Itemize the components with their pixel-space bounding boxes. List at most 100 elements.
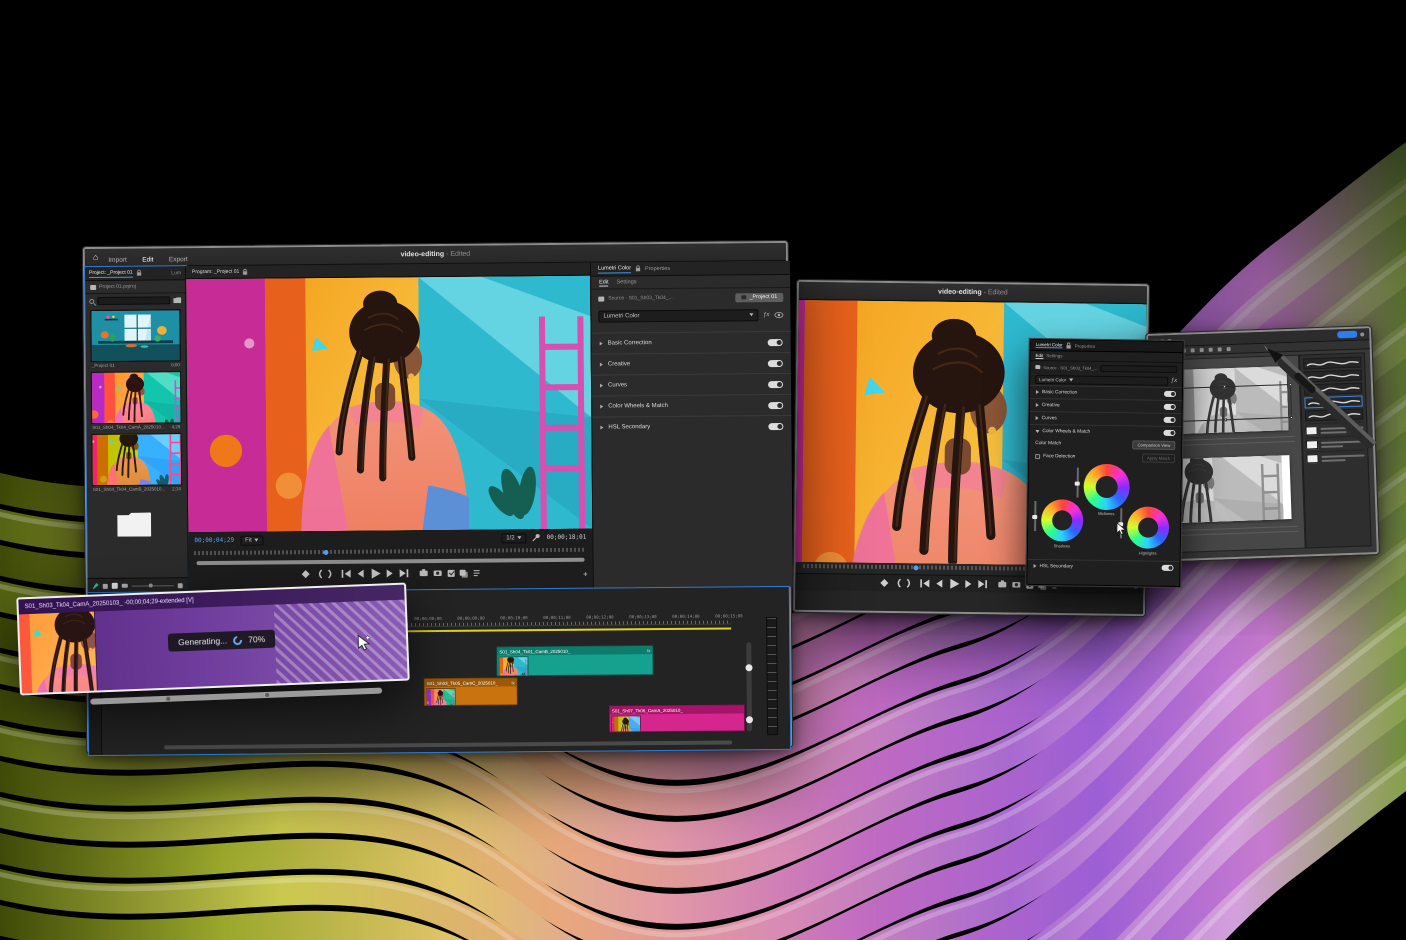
tab-lumetri-scopes[interactable]: Lum	[171, 270, 181, 276]
generative-pen-icon[interactable]	[93, 583, 99, 589]
layer-thumbnail[interactable]	[1305, 426, 1317, 435]
scrollbar-handle[interactable]	[265, 693, 269, 697]
new-bin-icon[interactable]	[173, 297, 181, 303]
apply-match-button[interactable]: Apply Match	[1142, 454, 1175, 463]
bin-icon[interactable]	[178, 583, 183, 588]
fx-icon[interactable]: ƒx	[1171, 378, 1177, 384]
project-file-row[interactable]: Project 01.prproj	[85, 280, 185, 294]
timeline-vertical-scrollbar[interactable]	[746, 642, 752, 731]
list-view-icon[interactable]	[103, 583, 108, 588]
project-item-clip-b[interactable]: S01_Sh04_Tk04_CamB_2025010... 2;14	[86, 431, 187, 494]
brush-preset-selected[interactable]	[1304, 395, 1362, 408]
button-editor-plus[interactable]: +	[583, 570, 588, 579]
toggle-switch[interactable]	[768, 380, 783, 387]
target-field[interactable]	[1100, 364, 1177, 372]
generating-clip[interactable]: S01_Sh03_Tk04_CamA_20250103_ -00;00;04;2…	[16, 583, 409, 696]
section-basic-correction[interactable]: Basic Correction	[592, 331, 791, 354]
scrollbar-handle[interactable]	[746, 716, 753, 723]
monitor-transport-bar[interactable]: +	[189, 563, 593, 585]
project-panel: Project: _Project 01 Lum Project 01.prpr…	[85, 266, 189, 593]
target-sequence-button[interactable]: _Project 01	[735, 292, 783, 301]
section-hsl-secondary[interactable]: HSL Secondary	[592, 415, 791, 438]
tool-icon[interactable]	[1200, 348, 1204, 352]
tab-lumetri-color[interactable]: Lumetri Color	[598, 265, 631, 273]
timeline-clip-orange[interactable]: S01_Sh03_Tk05_CamC_2025010_fx	[424, 677, 518, 706]
tab-settings[interactable]: Settings	[617, 279, 637, 285]
brush-preset[interactable]	[1305, 408, 1363, 421]
fx-badge: fx	[511, 680, 514, 685]
highlights-wheel[interactable]	[1127, 506, 1170, 549]
midtones-label: Midtones	[1081, 511, 1131, 517]
brush-preset[interactable]	[1303, 370, 1361, 383]
timeline-clip-teal[interactable]: S01_Sh04_Tk01_CamB_2025010_fx	[496, 645, 653, 676]
toggle-switch[interactable]	[1162, 565, 1174, 571]
shadows-slider[interactable]	[1034, 501, 1036, 531]
freeform-view-icon[interactable]	[122, 584, 128, 588]
eye-icon[interactable]	[774, 311, 783, 317]
tool-icon[interactable]	[1227, 347, 1231, 351]
midtones-wheel[interactable]	[1083, 464, 1130, 511]
section-color-wheels[interactable]: Color Wheels & Match	[592, 394, 791, 417]
folder-icon[interactable]	[117, 512, 151, 536]
section-creative[interactable]: Creative	[592, 352, 791, 375]
item-name: S01_Sh04_Tk04_CamB_2025010...	[93, 486, 165, 492]
wrench-icon[interactable]	[533, 534, 541, 542]
search-input[interactable]	[97, 296, 170, 305]
section-curves[interactable]: Curves	[592, 373, 791, 396]
primary-action-button[interactable]	[1337, 331, 1357, 339]
layer-thumbnail[interactable]	[1306, 454, 1318, 463]
toggle-switch[interactable]	[768, 338, 783, 345]
current-timecode[interactable]: 00;00;04;29	[194, 537, 234, 544]
effect-dropdown[interactable]: Lumetri Color	[1035, 375, 1168, 386]
grid-view-icon[interactable]	[112, 583, 118, 589]
scrollbar-handle[interactable]	[745, 664, 752, 671]
tab-edit[interactable]: Edit	[599, 279, 609, 286]
project-item-sequence[interactable]: _Project 01 0;00	[85, 307, 186, 370]
toggle-switch[interactable]	[768, 359, 783, 366]
storyboard-frame2[interactable]	[1167, 455, 1291, 523]
monitor-timecode-row: 00;00;04;29 Fit 1/2 00;00;18;01	[188, 529, 592, 550]
playback-resolution-dropdown[interactable]: 1/2	[501, 533, 526, 543]
tab-lumetri-color[interactable]: Lumetri Color	[1036, 342, 1063, 348]
toggle-switch[interactable]	[1163, 430, 1175, 436]
shadows-wheel[interactable]	[1041, 499, 1084, 542]
brush-preset[interactable]	[1304, 382, 1362, 395]
timeline-clip-magenta[interactable]: S01_Sh07_Tk06_CamA_2025010_	[609, 704, 745, 732]
toggle-switch[interactable]	[1164, 391, 1176, 397]
fit-dropdown[interactable]: Fit	[240, 535, 264, 545]
chevron-down-icon	[1069, 378, 1073, 381]
effect-dropdown[interactable]: Lumetri Color	[598, 309, 758, 322]
layer-label	[1321, 452, 1364, 463]
thumbnail-zoom-slider[interactable]	[132, 585, 174, 586]
transport-controls-icons[interactable]	[302, 568, 480, 580]
window-control-icon[interactable]	[1360, 332, 1364, 336]
tab-project[interactable]: Project: _Project 01	[89, 269, 133, 277]
brush-preset[interactable]	[1303, 357, 1361, 370]
comparison-view-button[interactable]: Comparison View	[1132, 440, 1175, 450]
midtones-slider[interactable]	[1077, 468, 1079, 498]
tab-edit[interactable]: Edit	[1035, 353, 1043, 359]
tab-properties[interactable]: Properties	[645, 265, 670, 271]
project-item-clip-a[interactable]: S01_Sh04_Tk04_CamA_2025010... 4;29	[86, 369, 187, 432]
face-detection-checkbox[interactable]	[1035, 454, 1040, 459]
tool-icon[interactable]	[1218, 347, 1222, 351]
toggle-switch[interactable]	[768, 422, 783, 429]
playhead-dot[interactable]	[913, 565, 918, 570]
section-hsl-secondary[interactable]: HSL Secondary	[1027, 559, 1179, 574]
color-wheels-zone: Midtones Shadows Highlights	[1028, 463, 1181, 561]
main-title-suffix: - Edited	[444, 251, 470, 258]
tab-settings[interactable]: Settings	[1046, 353, 1062, 358]
layer-thumbnail[interactable]	[1306, 440, 1318, 449]
timeline-horizontal-scrollbar[interactable]	[164, 740, 732, 749]
scrollbar-handle[interactable]	[166, 697, 170, 701]
toggle-switch[interactable]	[1164, 404, 1176, 410]
tab-properties[interactable]: Properties	[1075, 343, 1096, 348]
fx-icon[interactable]: ƒx	[763, 312, 769, 318]
tool-icon[interactable]	[1191, 348, 1195, 352]
toggle-switch[interactable]	[768, 401, 783, 408]
playhead-dot[interactable]	[324, 550, 329, 555]
lock-icon	[635, 265, 641, 272]
layer-row[interactable]	[1306, 449, 1364, 465]
toggle-switch[interactable]	[1164, 417, 1176, 423]
tool-icon[interactable]	[1209, 348, 1213, 352]
